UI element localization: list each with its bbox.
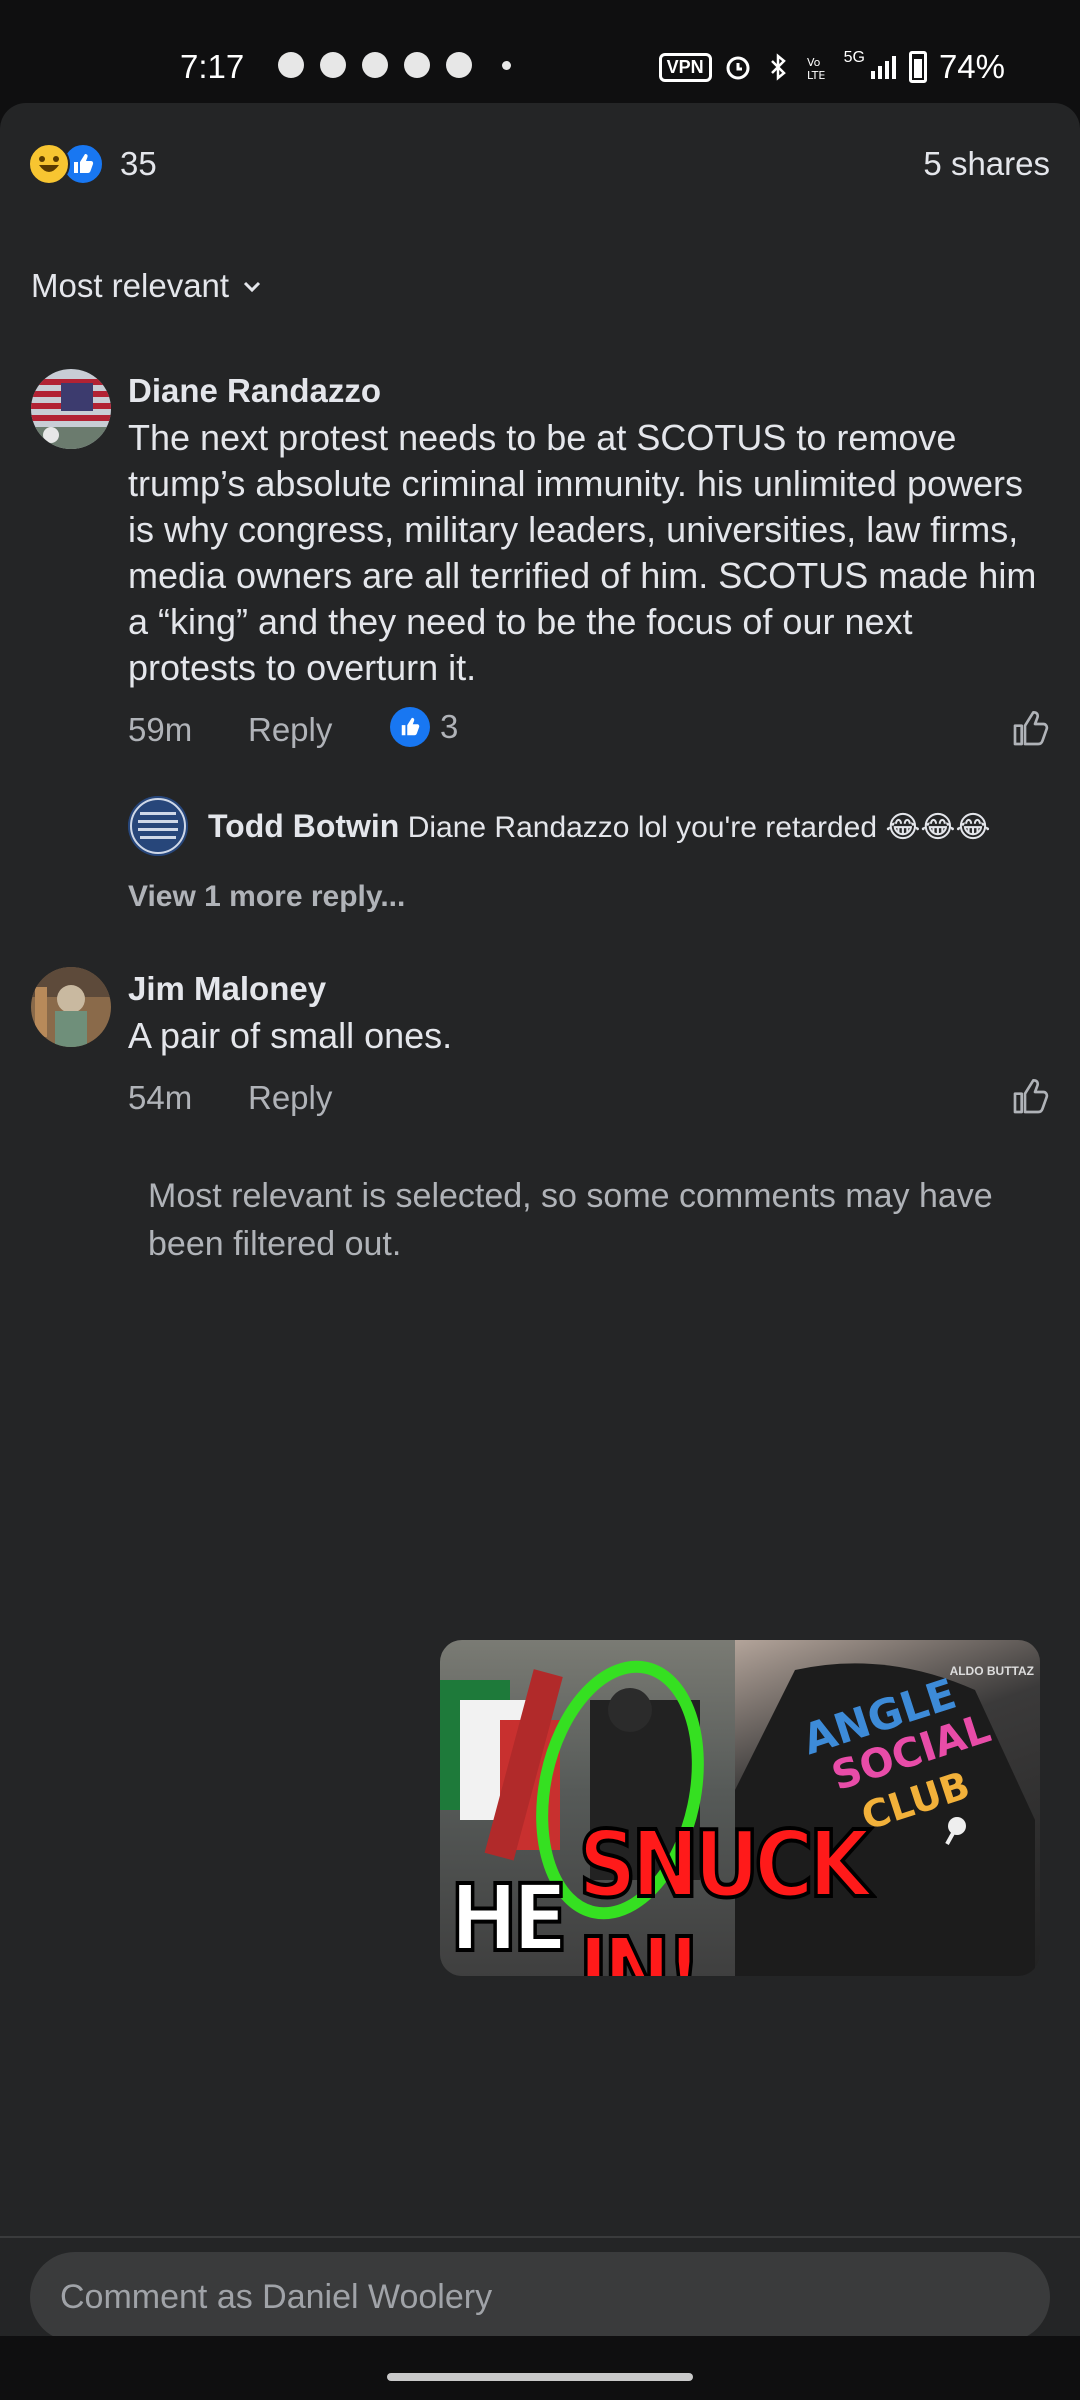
notification-icons bbox=[278, 52, 511, 78]
reactions-summary[interactable]: 35 5 shares bbox=[28, 137, 1050, 197]
comment-like-count[interactable]: 3 bbox=[390, 707, 458, 747]
svg-text:LTE: LTE bbox=[807, 69, 825, 81]
like-count: 3 bbox=[440, 708, 459, 745]
caption-red: SNUCK IN! bbox=[577, 1809, 873, 1976]
video-caption: HE SNUCK IN! bbox=[448, 1809, 960, 1976]
reply-content: Diane Randazzo lol you're retarded 😂😂😂 bbox=[407, 811, 991, 844]
svg-text:Vo: Vo bbox=[807, 56, 821, 69]
comment: Jim Maloney A pair of small ones. 54m Re… bbox=[31, 967, 1050, 1147]
bluetooth-icon bbox=[770, 53, 786, 81]
shares-count[interactable]: 5 shares bbox=[923, 145, 1050, 183]
comment-time[interactable]: 54m bbox=[128, 1079, 192, 1117]
reply-button[interactable]: Reply bbox=[248, 1079, 332, 1117]
thumbs-up-icon[interactable] bbox=[1010, 709, 1050, 749]
home-indicator[interactable] bbox=[387, 2373, 693, 2381]
filter-notice: Most relevant is selected, so some comme… bbox=[148, 1177, 993, 1263]
signal-icon bbox=[870, 56, 896, 79]
battery-icon bbox=[908, 51, 927, 83]
haha-icon bbox=[28, 143, 70, 185]
caption-white: HE bbox=[448, 1863, 569, 1974]
sort-label: Most relevant bbox=[31, 267, 230, 304]
battery-percent: 74% bbox=[938, 48, 1005, 85]
reply-preview[interactable]: Todd Botwin Diane Randazzo lol you're re… bbox=[31, 796, 1050, 862]
thumbs-up-icon[interactable] bbox=[1010, 1077, 1050, 1117]
alarm-icon bbox=[726, 56, 750, 80]
comment: Diane Randazzo The next protest needs to… bbox=[31, 369, 1050, 829]
vpn-badge: VPN bbox=[658, 52, 712, 82]
sort-dropdown[interactable]: Most relevant bbox=[31, 267, 263, 305]
video-pip[interactable]: ANGLE SOCIAL CLUB ALDO BUTTAZ HE SNUCK I… bbox=[440, 1640, 1040, 1976]
chevron-down-icon bbox=[244, 281, 261, 293]
avatar[interactable] bbox=[31, 369, 111, 449]
messenger-icon bbox=[404, 52, 430, 78]
comments-sheet: 35 5 shares Most relevant Diane Randazzo… bbox=[0, 103, 1080, 2400]
navigation-bar bbox=[0, 2336, 1080, 2400]
reply-button[interactable]: Reply bbox=[248, 711, 332, 749]
comment-text: The next protest needs to be at SCOTUS t… bbox=[128, 417, 1037, 688]
chat-icon bbox=[278, 52, 304, 78]
comment-author[interactable]: Jim Maloney bbox=[128, 967, 1050, 1011]
volte-icon: VoLTE bbox=[807, 56, 825, 81]
avatar[interactable] bbox=[128, 796, 188, 856]
snapchat-icon bbox=[320, 52, 346, 78]
dot-icon bbox=[502, 60, 511, 70]
network-type: 5G bbox=[843, 49, 865, 66]
messenger-icon bbox=[446, 52, 472, 78]
messenger-icon bbox=[362, 52, 388, 78]
comment-input[interactable] bbox=[30, 2252, 1050, 2342]
comment-actions: 54m Reply bbox=[128, 1073, 1050, 1123]
comment-time[interactable]: 59m bbox=[128, 711, 192, 749]
status-bar: 7:17 VPN Vo LTE 5G 74% bbox=[0, 0, 1080, 100]
like-icon bbox=[390, 707, 430, 747]
avatar[interactable] bbox=[31, 967, 111, 1047]
system-icons: VPN Vo LTE 5G 74% bbox=[658, 48, 1005, 86]
comment-body: Diane Randazzo The next protest needs to… bbox=[128, 369, 1050, 755]
reaction-count: 35 bbox=[120, 145, 157, 182]
video-watermark: ALDO BUTTAZ bbox=[949, 1664, 1034, 1678]
comment-actions: 59m Reply 3 bbox=[128, 705, 1050, 755]
reply-author[interactable]: Todd Botwin bbox=[208, 808, 399, 844]
comment-body: Jim Maloney A pair of small ones. 54m Re… bbox=[128, 967, 1050, 1123]
status-time: 7:17 bbox=[180, 48, 245, 85]
reply-row: Todd Botwin Diane Randazzo lol you're re… bbox=[128, 796, 1050, 860]
comment-author[interactable]: Diane Randazzo bbox=[128, 369, 1050, 413]
reaction-icons bbox=[28, 143, 104, 185]
reply-text: Todd Botwin Diane Randazzo lol you're re… bbox=[208, 808, 991, 845]
comment-text: A pair of small ones. bbox=[128, 1015, 453, 1056]
view-more-replies-button[interactable]: View 1 more reply... bbox=[128, 880, 405, 914]
